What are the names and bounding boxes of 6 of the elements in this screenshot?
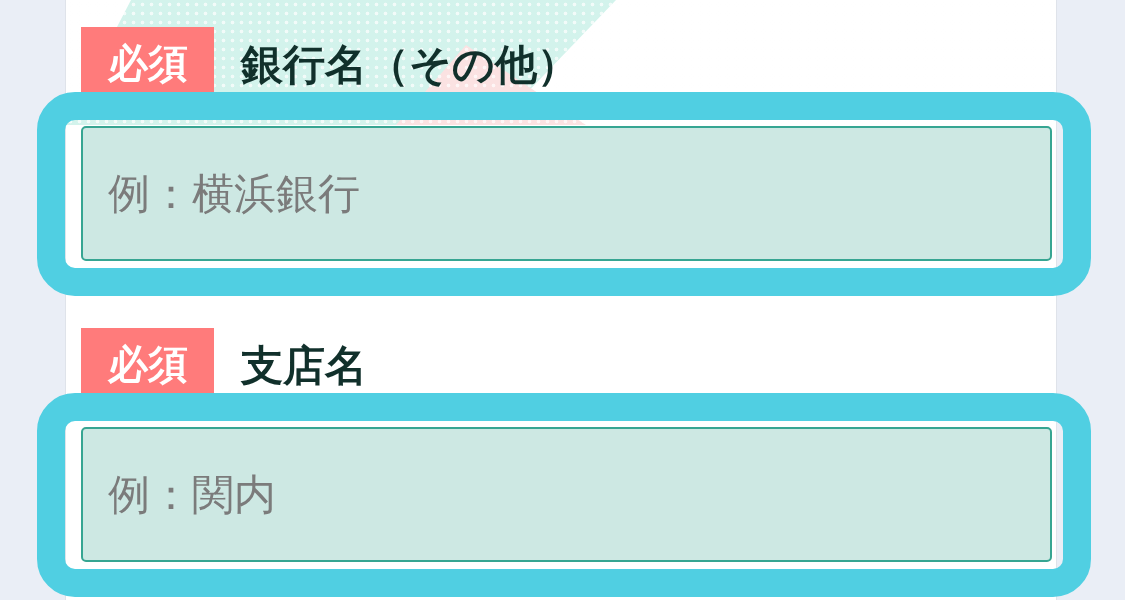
input-field[interactable]: 例：関内 bbox=[81, 427, 1052, 562]
input-field[interactable]: 例：横浜銀行 bbox=[81, 126, 1052, 261]
required-badge: 必須 bbox=[81, 27, 214, 92]
required-badge: 必須 bbox=[81, 328, 214, 393]
field-label: 銀行名（その他） bbox=[241, 39, 579, 86]
field-label: 支店名 bbox=[241, 340, 367, 387]
